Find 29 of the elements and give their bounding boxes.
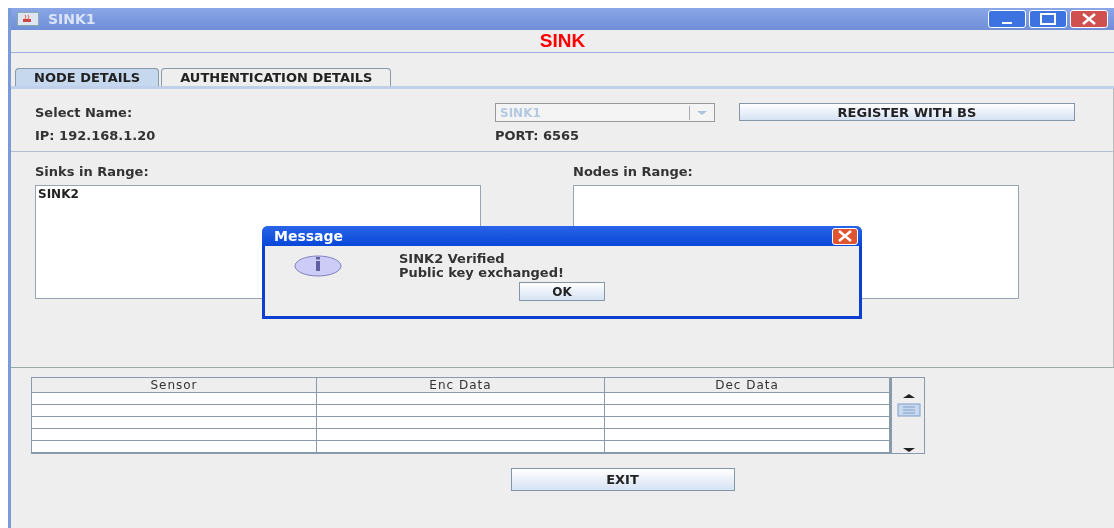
minimize-button[interactable]	[988, 10, 1026, 28]
info-icon	[293, 254, 343, 278]
maximize-button[interactable]	[1029, 10, 1067, 28]
column-header[interactable]: Enc Data	[317, 378, 605, 393]
field-label: Select Name:	[35, 105, 134, 120]
close-button[interactable]	[832, 227, 858, 245]
list-label: Sinks in Range:	[35, 164, 150, 179]
close-icon	[836, 230, 854, 242]
exit-button[interactable]: EXIT	[510, 468, 735, 491]
close-button[interactable]	[1070, 10, 1108, 28]
ip-label: IP: 192.168.1.20	[35, 128, 157, 143]
ok-button[interactable]: OK	[519, 282, 605, 301]
window-title: SINK1	[48, 11, 96, 27]
port-label: PORT: 6565	[495, 128, 581, 143]
column-header[interactable]: Dec Data	[605, 378, 890, 393]
app-heading: SINK	[539, 30, 586, 52]
tab[interactable]: AUTHENTICATION DETAILS	[161, 68, 392, 86]
tab[interactable]: NODE DETAILS	[15, 68, 160, 86]
column-header[interactable]: Sensor	[32, 378, 317, 393]
list-item[interactable]: SINK2	[36, 186, 81, 202]
list-label: Nodes in Range:	[573, 164, 694, 179]
scrollbar[interactable]	[891, 377, 925, 454]
minimize-icon	[1002, 22, 1012, 24]
dialog-title: Message	[274, 228, 344, 244]
close-icon	[1081, 13, 1097, 25]
maximize-icon	[1040, 13, 1056, 25]
dialog-message: Public key exchanged!	[399, 266, 564, 280]
dialog-message: SINK2 Verified	[399, 252, 506, 266]
register-button[interactable]: REGISTER WITH BS	[739, 103, 1075, 121]
